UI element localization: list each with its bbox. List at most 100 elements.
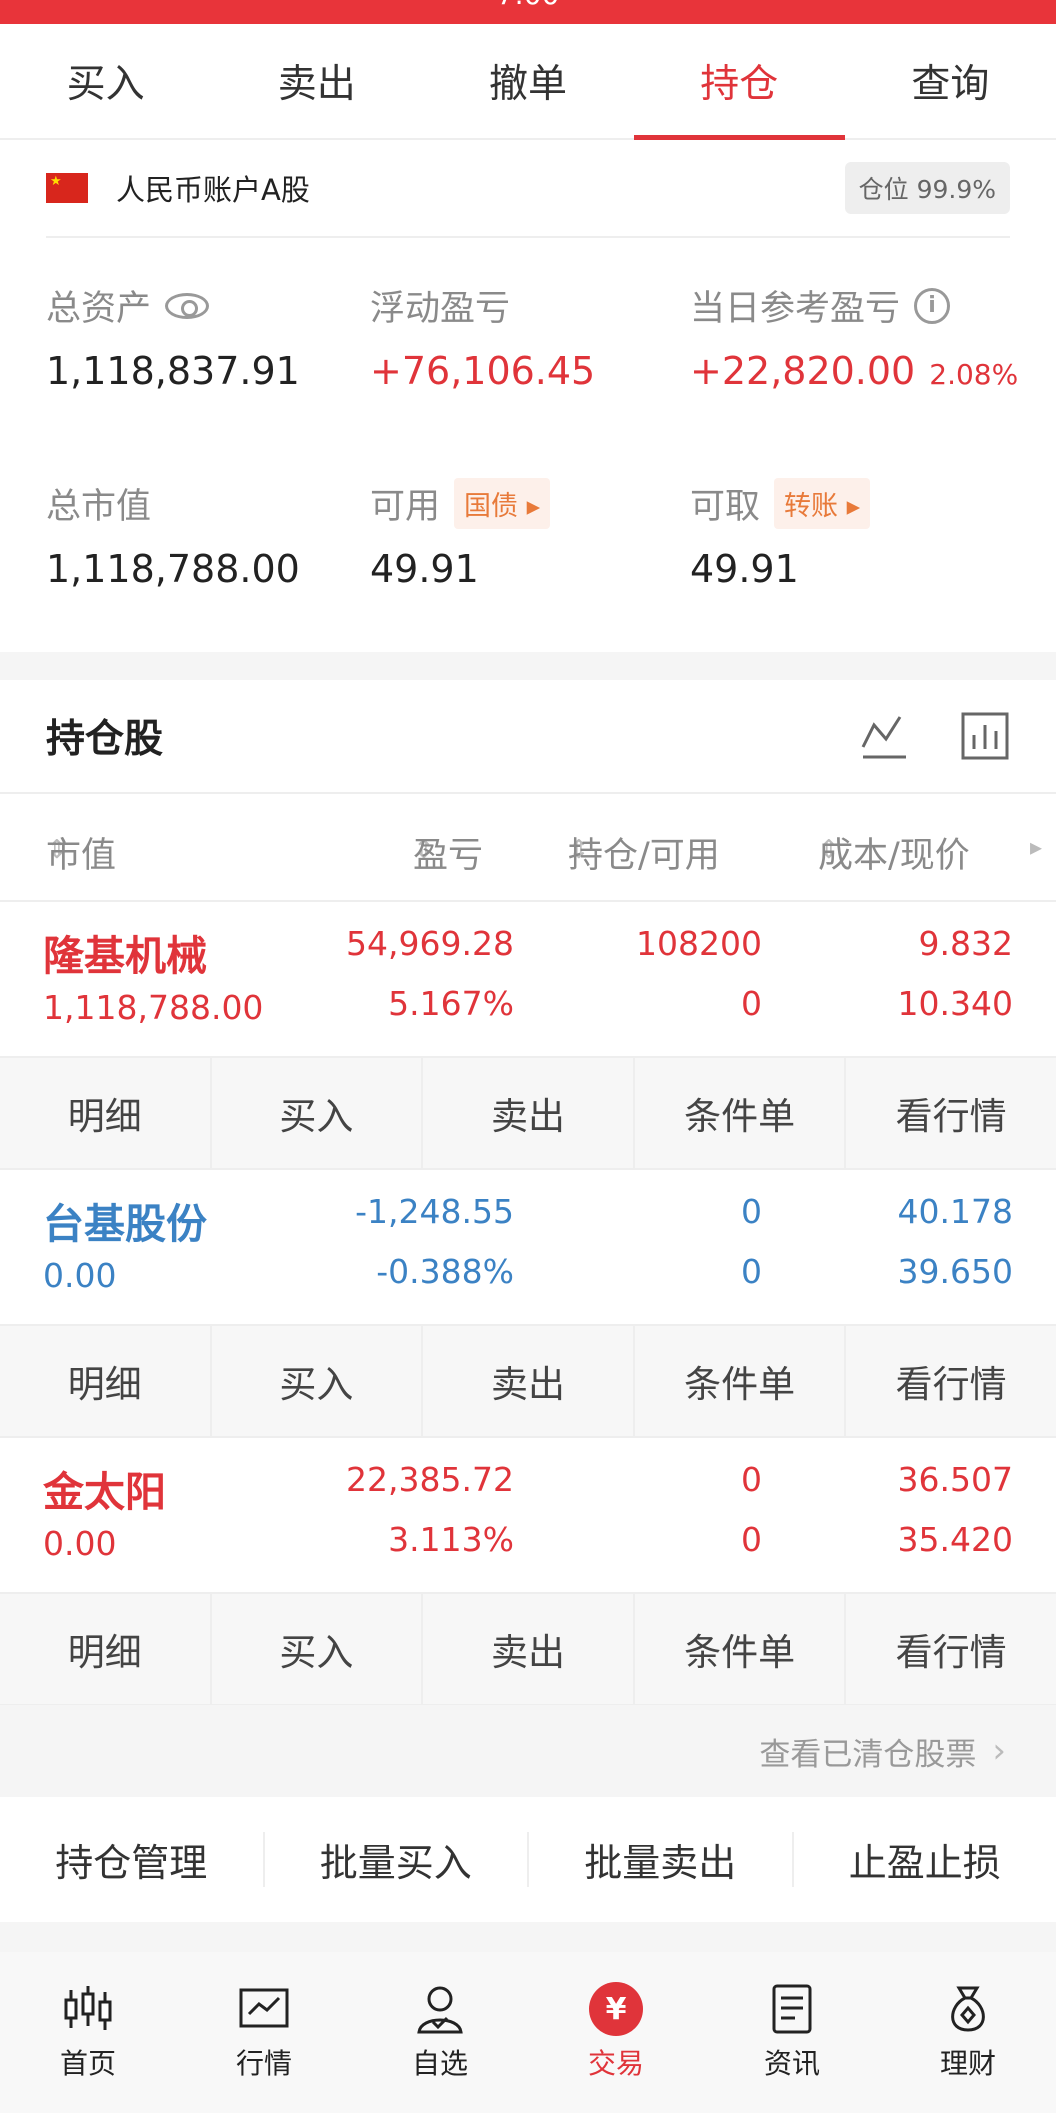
stock-hold: 0 [741,1460,762,1499]
stock-pl: 22,385.72 [346,1460,514,1499]
stock-market-value: 0.00 [43,1256,117,1295]
total-assets-label: 总资产 [46,289,152,329]
nav-label: 行情 [235,2047,292,2080]
stock-pl: 54,969.28 [346,924,514,963]
stock-cost: 9.832 [918,924,1013,963]
news-icon [772,1984,812,2034]
tab-buy[interactable]: 买入 [0,24,211,138]
buy-button[interactable]: 买入 [212,1326,424,1436]
detail-button[interactable]: 明细 [0,1326,212,1436]
scroll-right-icon[interactable]: ▸ [1030,833,1042,861]
table-row[interactable]: 金太阳 0.00 22,385.72 3.113% 0 0 36.507 35.… [0,1438,1056,1594]
candlestick-icon [64,1986,112,2030]
row-actions: 明细 买入 卖出 条件单 看行情 [0,1058,1056,1170]
daily-pl-value: +22,820.00 [690,349,916,393]
conditional-order-button[interactable]: 条件单 [635,1594,847,1704]
col-pl[interactable]: 盈亏 [413,827,483,876]
bar-chart-icon[interactable] [960,711,1010,761]
withdrawable-value: 49.91 [690,547,799,591]
user-icon [417,1986,463,2034]
view-quote-button[interactable]: 看行情 [846,1594,1056,1704]
account-name: 人民币账户A股 [116,173,310,207]
stock-price: 35.420 [897,1520,1013,1559]
nav-home[interactable]: 首页 [0,1952,176,2113]
nav-news[interactable]: 资讯 [704,1952,880,2113]
row-actions: 明细 买入 卖出 条件单 看行情 [0,1594,1056,1706]
moneybag-icon [951,1986,985,2032]
eye-icon[interactable] [165,292,210,319]
available-label: 可用 [370,487,441,527]
row-actions: 明细 买入 卖出 条件单 看行情 [0,1326,1056,1438]
stock-pl-pct: 5.167% [388,984,514,1023]
account-row[interactable]: 人民币账户A股 仓位 99.9% [46,140,1010,238]
withdrawable-label: 可取 [690,487,761,527]
chart-icon [239,1988,289,2028]
stock-market-value: 0.00 [43,1524,117,1563]
cleared-stocks-link[interactable]: 查看已清仓股票 › [0,1705,1056,1797]
tab-query[interactable]: 查询 [845,24,1056,138]
market-value-value: 1,118,788.00 [46,547,300,591]
buy-button[interactable]: 买入 [212,1594,424,1704]
nav-market[interactable]: 行情 [176,1952,352,2113]
stock-price: 10.340 [897,984,1013,1023]
view-quote-button[interactable]: 看行情 [846,1326,1056,1436]
sell-button[interactable]: 卖出 [423,1058,635,1168]
tab-sell[interactable]: 卖出 [211,24,422,138]
stock-name: 台基股份 [43,1200,207,1248]
batch-buy-button[interactable]: 批量买入 [265,1832,529,1887]
conditional-order-button[interactable]: 条件单 [635,1326,847,1436]
stock-hold: 0 [741,1192,762,1231]
info-icon[interactable]: i [914,287,951,324]
stock-market-value: 1,118,788.00 [43,988,264,1027]
stock-pl-pct: -0.388% [376,1252,514,1291]
floating-pl-value: +76,106.45 [370,349,596,393]
stop-loss-button[interactable]: 止盈止损 [794,1832,1056,1887]
stock-pl: -1,248.55 [355,1192,514,1231]
transfer-button[interactable]: 转账 ▸ [774,478,871,529]
total-assets: 总资产 1,118,837.91 [46,280,300,393]
tab-cancel[interactable]: 撤单 [422,24,633,138]
col-market-value[interactable]: 市值 [46,827,116,876]
buy-button[interactable]: 买入 [212,1058,424,1168]
holdings-title: 持仓股 [46,717,164,762]
china-flag-icon [46,173,88,203]
manage-holdings-button[interactable]: 持仓管理 [0,1832,265,1887]
floating-pl-label: 浮动盈亏 [370,289,511,329]
tab-holdings[interactable]: 持仓 [633,24,846,140]
bond-button[interactable]: 国债 ▸ [454,478,551,529]
total-assets-value: 1,118,837.91 [46,349,300,393]
nav-wealth[interactable]: 理财 [880,1952,1056,2113]
stock-cost: 40.178 [897,1192,1013,1231]
detail-button[interactable]: 明细 [0,1594,212,1704]
cleared-stocks-label: 查看已清仓股票 [759,1736,977,1773]
conditional-order-button[interactable]: 条件单 [635,1058,847,1168]
col-cost[interactable]: 成本/现价 [818,827,970,876]
batch-sell-button[interactable]: 批量卖出 [529,1832,794,1887]
stock-price: 39.650 [897,1252,1013,1291]
nav-watchlist[interactable]: 自选 [352,1952,528,2113]
stock-hold: 108200 [636,924,762,963]
nav-label: 自选 [411,2047,468,2080]
nav-label: 交易 [587,2047,644,2080]
stock-avail: 0 [741,1252,762,1291]
sell-button[interactable]: 卖出 [423,1594,635,1704]
yen-icon: ¥ [589,1982,643,2036]
nav-trade[interactable]: ¥ 交易 [528,1952,704,2113]
status-bar: 7:00 [0,0,1056,24]
col-qty[interactable]: 持仓/可用 [568,827,720,876]
table-row[interactable]: 隆基机械 1,118,788.00 54,969.28 5.167% 10820… [0,902,1056,1058]
available: 可用 国债 ▸ 49.91 [370,478,551,591]
line-chart-icon[interactable] [860,711,910,761]
account-summary: 人民币账户A股 仓位 99.9% 总资产 1,118,837.91 浮动盈亏 +… [0,140,1056,652]
nav-label: 理财 [939,2047,996,2080]
holdings-panel: 持仓股 市值 盈亏 持仓/可用 成本/现价 ▸ 隆基机械 1,118,788.0… [0,680,1056,1706]
stock-avail: 0 [741,1520,762,1559]
view-quote-button[interactable]: 看行情 [846,1058,1056,1168]
column-header: 市值 盈亏 持仓/可用 成本/现价 ▸ [0,794,1056,902]
detail-button[interactable]: 明细 [0,1058,212,1168]
stock-name: 隆基机械 [43,932,207,980]
sell-button[interactable]: 卖出 [423,1326,635,1436]
table-row[interactable]: 台基股份 0.00 -1,248.55 -0.388% 0 0 40.178 3… [0,1170,1056,1326]
stock-name: 金太阳 [43,1468,166,1516]
position-badge: 仓位 99.9% [844,162,1010,214]
